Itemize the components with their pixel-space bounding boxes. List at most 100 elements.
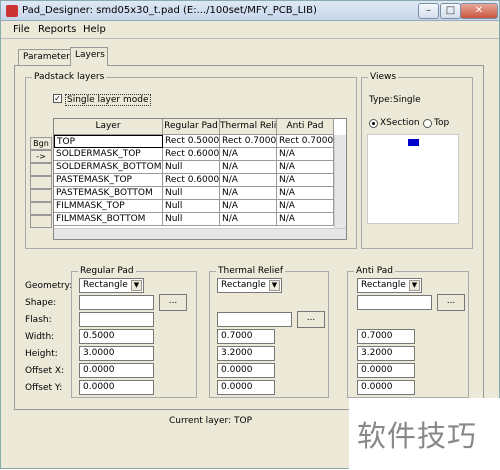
grid-cell[interactable]: N/A (277, 213, 334, 226)
grid-cell[interactable]: Null (163, 213, 220, 226)
anti-geometry-select[interactable]: Rectangle ▼ (357, 278, 422, 293)
column-header-anti-pad[interactable]: Anti Pad (277, 119, 334, 135)
regular-geometry-value: Rectangle (83, 280, 128, 290)
regular-geometry-select[interactable]: Rectangle ▼ (79, 278, 144, 293)
menu-help[interactable]: Help (83, 24, 106, 35)
grid-cell[interactable]: SOLDERMASK_TOP (54, 148, 163, 161)
grid-cell[interactable]: N/A (220, 200, 277, 213)
current-row-arrow[interactable]: -> (30, 150, 52, 163)
app-icon (6, 5, 18, 17)
grid-cell[interactable]: N/A (220, 213, 277, 226)
grid-vertical-scrollbar[interactable] (334, 135, 346, 239)
regular-height-input[interactable]: 3.0000 (79, 346, 154, 361)
anti-height-input[interactable]: 3.2000 (357, 346, 415, 361)
row-selector[interactable] (30, 189, 52, 202)
minimize-button[interactable]: – (418, 3, 439, 19)
layers-grid[interactable]: Layer Regular Pad Thermal Relief Anti Pa… (53, 118, 347, 240)
thermal-flash-browse-button[interactable]: ... (297, 311, 325, 328)
bgn-button[interactable]: Bgn (30, 137, 52, 150)
thermal-geometry-value: Rectangle (221, 280, 266, 290)
chevron-down-icon: ▼ (409, 280, 420, 291)
top-label: Top (434, 118, 450, 128)
regular-offset-x-input[interactable]: 0.0000 (79, 363, 154, 378)
grid-cell[interactable]: SOLDERMASK_BOTTOM (54, 161, 163, 174)
grid-cell[interactable]: N/A (277, 187, 334, 200)
row-selector[interactable] (30, 163, 52, 176)
grid-cell[interactable]: FILMMASK_BOTTOM (54, 213, 163, 226)
chevron-down-icon: ▼ (269, 280, 280, 291)
tab-parameters[interactable]: Parameters (18, 49, 75, 66)
menu-reports[interactable]: Reports (38, 24, 76, 35)
thermal-geometry-select[interactable]: Rectangle ▼ (217, 278, 282, 293)
thermal-width-input[interactable]: 0.7000 (217, 329, 275, 344)
close-button[interactable]: ✕ (460, 3, 498, 19)
row-selector[interactable] (30, 176, 52, 189)
menu-file[interactable]: File (13, 24, 30, 35)
column-header-regular-pad[interactable]: Regular Pad (163, 119, 220, 135)
grid-cell[interactable]: N/A (277, 148, 334, 161)
grid-cell[interactable]: N/A (220, 174, 277, 187)
offset-y-label: Offset Y: (25, 383, 63, 393)
regular-width-input[interactable]: 0.5000 (79, 329, 154, 344)
grid-cell[interactable]: Rect 0.5000 X (163, 135, 220, 148)
xsection-radio[interactable] (369, 119, 378, 128)
grid-cell[interactable]: Rect 0.6000 X (163, 148, 220, 161)
thermal-offset-y-input[interactable]: 0.0000 (217, 380, 275, 395)
window-title: Pad_Designer: smd05x30_t.pad (E:.../100s… (22, 5, 317, 16)
grid-cell[interactable]: FILMMASK_TOP (54, 200, 163, 213)
tab-layers[interactable]: Layers (70, 47, 108, 66)
offset-x-label: Offset X: (25, 366, 65, 376)
chevron-down-icon: ▼ (131, 280, 142, 291)
grid-cell[interactable]: Null (163, 161, 220, 174)
grid-cell[interactable]: N/A (220, 187, 277, 200)
single-layer-checkbox[interactable]: ✓ (53, 94, 62, 103)
grid-cell[interactable]: PASTEMASK_TOP (54, 174, 163, 187)
column-header-layer[interactable]: Layer (54, 119, 163, 135)
type-value: Single (393, 95, 421, 105)
regular-offset-y-input[interactable]: 0.0000 (79, 380, 154, 395)
anti-width-input[interactable]: 0.7000 (357, 329, 415, 344)
pad-designer-window: Pad_Designer: smd05x30_t.pad (E:.../100s… (0, 0, 500, 470)
thermal-height-input[interactable]: 3.2000 (217, 346, 275, 361)
anti-shape-browse-button[interactable]: ... (437, 294, 465, 311)
regular-pad-label: Regular Pad (78, 266, 136, 276)
row-selector[interactable] (30, 202, 52, 215)
padstack-layers-label: Padstack layers (32, 72, 107, 82)
grid-cell[interactable]: Null (163, 200, 220, 213)
row-selector[interactable] (30, 215, 52, 228)
height-label: Height: (25, 349, 58, 359)
geometry-label: Geometry: (25, 281, 73, 291)
thermal-offset-x-input[interactable]: 0.0000 (217, 363, 275, 378)
grid-cell[interactable]: N/A (277, 174, 334, 187)
grid-cell[interactable]: PASTEMASK_BOTTOM (54, 187, 163, 200)
anti-offset-x-input[interactable]: 0.0000 (357, 363, 415, 378)
regular-shape-browse-button[interactable]: ... (159, 294, 187, 311)
anti-pad-label: Anti Pad (354, 266, 396, 276)
anti-offset-y-input[interactable]: 0.0000 (357, 380, 415, 395)
anti-shape-input[interactable] (357, 295, 432, 310)
views-label: Views (368, 72, 399, 82)
grid-cell[interactable]: N/A (220, 161, 277, 174)
grid-cell[interactable]: N/A (277, 200, 334, 213)
maximize-button[interactable]: □ (440, 3, 461, 19)
regular-flash-input[interactable] (79, 312, 154, 327)
grid-cell[interactable]: Rect 0.6000 X (163, 174, 220, 187)
grid-cell[interactable]: Rect 0.7000 X (220, 135, 277, 148)
current-layer-label: Current layer: (169, 416, 232, 426)
grid-cell[interactable]: TOP (54, 135, 163, 148)
column-header-thermal-relief[interactable]: Thermal Relief (220, 119, 277, 135)
flash-label: Flash: (25, 315, 52, 325)
grid-cell[interactable]: N/A (277, 161, 334, 174)
current-layer-value: TOP (234, 416, 253, 426)
grid-cell[interactable]: N/A (220, 148, 277, 161)
regular-shape-input[interactable] (79, 295, 154, 310)
title-bar[interactable]: Pad_Designer: smd05x30_t.pad (E:.../100s… (1, 1, 499, 21)
grid-horizontal-scrollbar[interactable] (54, 228, 346, 239)
grid-cell[interactable]: Null (163, 187, 220, 200)
grid-cell[interactable]: Rect 0.7000 X (277, 135, 334, 148)
type-label: Type: (369, 95, 393, 105)
menu-bar: File Reports Help (1, 21, 499, 39)
anti-geometry-value: Rectangle (361, 280, 406, 290)
thermal-flash-input[interactable] (217, 312, 292, 327)
top-radio[interactable] (423, 119, 432, 128)
